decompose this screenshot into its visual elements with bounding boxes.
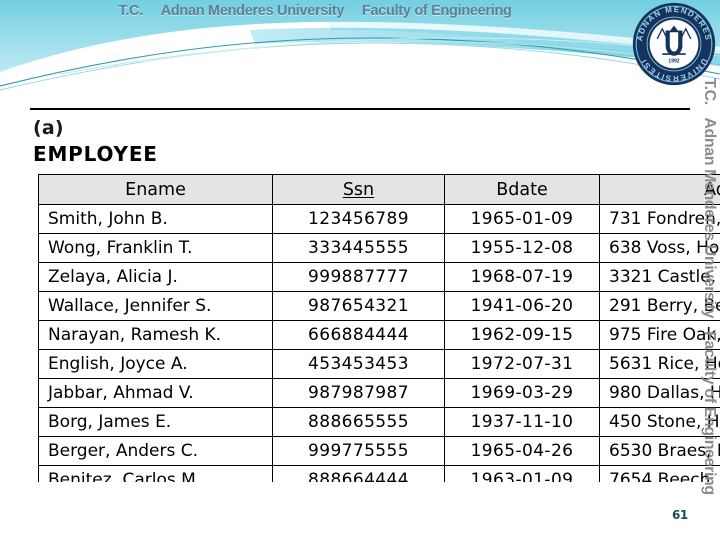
column-header-ssn: Ssn bbox=[272, 174, 445, 205]
table-row: Borg, James E. 888665555 1937-11-10 450 Sto… bbox=[38, 407, 720, 437]
content-divider-rule bbox=[30, 108, 690, 110]
logo-year: 1992 bbox=[668, 58, 679, 64]
column-header-bdate: Bdate bbox=[444, 174, 600, 205]
banner-faculty-name: Faculty of Engineering bbox=[361, 3, 512, 19]
slide-banner: T.C. Adnan Menderes University Faculty o… bbox=[0, 0, 720, 95]
cell-bdate: 1968-07-19 bbox=[444, 262, 600, 292]
table-row: Wallace, Jennifer S. 987654321 1941-06-20 2… bbox=[38, 291, 720, 321]
table-row: Jabbar, Ahmad V. 987987987 1969-03-29 980 D… bbox=[38, 378, 720, 408]
banner-institution-prefix: T.C. bbox=[118, 3, 143, 19]
cell-ename: Wallace, Jennifer S. bbox=[38, 291, 273, 321]
employee-table: Ename Ssn Bdate Address Smith, John B.12… bbox=[38, 174, 720, 482]
table-row: Benitez, Carlos M. 888664444 1963-01-09 765… bbox=[38, 465, 720, 482]
cell-ename: Jabbar, Ahmad V. bbox=[38, 378, 273, 408]
cell-ename: Berger, Anders C. bbox=[38, 436, 273, 466]
university-logo-icon: 1992 ADNAN MENDERES ÜNIVERSITESI bbox=[632, 2, 716, 86]
cell-bdate: 1963-01-09 bbox=[444, 465, 600, 482]
cell-ssn: 999775555 bbox=[272, 436, 445, 466]
cell-ssn: 333445555 bbox=[272, 233, 445, 263]
cell-ssn: 888665555 bbox=[272, 407, 445, 437]
table-row: English, Joyce A. 453453453 1972-07-31 5631… bbox=[38, 349, 720, 379]
slide-canvas: T.C. Adnan Menderes University Faculty o… bbox=[0, 0, 720, 540]
cell-bdate: 1965-04-26 bbox=[444, 436, 600, 466]
table-title: EMPLOYEE bbox=[33, 142, 158, 166]
side-university-name: Adnan Menderes University bbox=[701, 117, 718, 319]
cell-ssn: 123456789 bbox=[272, 204, 445, 234]
table-row: Narayan, Ramesh K. 666884444 1962-09-15 975… bbox=[38, 320, 720, 350]
cell-ssn: 666884444 bbox=[272, 320, 445, 350]
cell-ename: Benitez, Carlos M. bbox=[38, 465, 273, 482]
side-faculty-name: Faculty of Engineering bbox=[701, 331, 718, 495]
cell-ssn: 453453453 bbox=[272, 349, 445, 379]
cell-ename: Zelaya, Alicia J. bbox=[38, 262, 273, 292]
table-row: Berger, Anders C. 999775555 1965-04-26 6530… bbox=[38, 436, 720, 466]
table-row: Zelaya, Alicia J. 999887777 1968-07-19 3321… bbox=[38, 262, 720, 292]
cell-bdate: 1969-03-29 bbox=[444, 378, 600, 408]
cell-ename: English, Joyce A. bbox=[38, 349, 273, 379]
banner-university-name: Adnan Menderes University bbox=[160, 3, 345, 19]
cell-ssn: 987987987 bbox=[272, 378, 445, 408]
cell-ename: Wong, Franklin T. bbox=[38, 233, 273, 263]
column-header-bdate-label: Bdate bbox=[496, 179, 548, 200]
cell-ename: Borg, James E. bbox=[38, 407, 273, 437]
side-institution-prefix: T.C. bbox=[701, 78, 718, 105]
cell-bdate: 1972-07-31 bbox=[444, 349, 600, 379]
cell-bdate: 1965-01-09 bbox=[444, 204, 600, 234]
cell-bdate: 1955-12-08 bbox=[444, 233, 600, 263]
cell-bdate: 1962-09-15 bbox=[444, 320, 600, 350]
column-header-ename: Ename bbox=[38, 174, 273, 205]
banner-title: T.C. Adnan Menderes University Faculty o… bbox=[0, 3, 720, 19]
cell-bdate: 1937-11-10 bbox=[444, 407, 600, 437]
table-body: Smith, John B. 123456789 1965-01-09 731 Fon… bbox=[38, 204, 720, 482]
cell-ename: Smith, John B. bbox=[38, 204, 273, 234]
table-header-row-group: Ename Ssn Bdate Address bbox=[38, 174, 720, 205]
column-header-ssn-label: Ssn bbox=[342, 179, 375, 200]
employee-table-container: Ename Ssn Bdate Address Smith, John B.12… bbox=[38, 174, 720, 482]
cell-ename: Narayan, Ramesh K. bbox=[38, 320, 273, 350]
cell-ssn: 987654321 bbox=[272, 291, 445, 321]
footer-page-mark: 61 bbox=[672, 508, 688, 522]
figure-label: (a) bbox=[33, 117, 64, 139]
table-row: Smith, John B. 123456789 1965-01-09 731 Fon… bbox=[38, 204, 720, 234]
vertical-side-banner: T.C. Adnan Menderes University Faculty o… bbox=[696, 78, 720, 498]
cell-bdate: 1941-06-20 bbox=[444, 291, 600, 321]
cell-ssn: 888664444 bbox=[272, 465, 445, 482]
column-header-ename-label: Ename bbox=[125, 179, 186, 200]
table-row: Wong, Franklin T. 333445555 1955-12-08 638 … bbox=[38, 233, 720, 263]
cell-ssn: 999887777 bbox=[272, 262, 445, 292]
table-header-row: Ename Ssn Bdate Address bbox=[38, 174, 720, 205]
